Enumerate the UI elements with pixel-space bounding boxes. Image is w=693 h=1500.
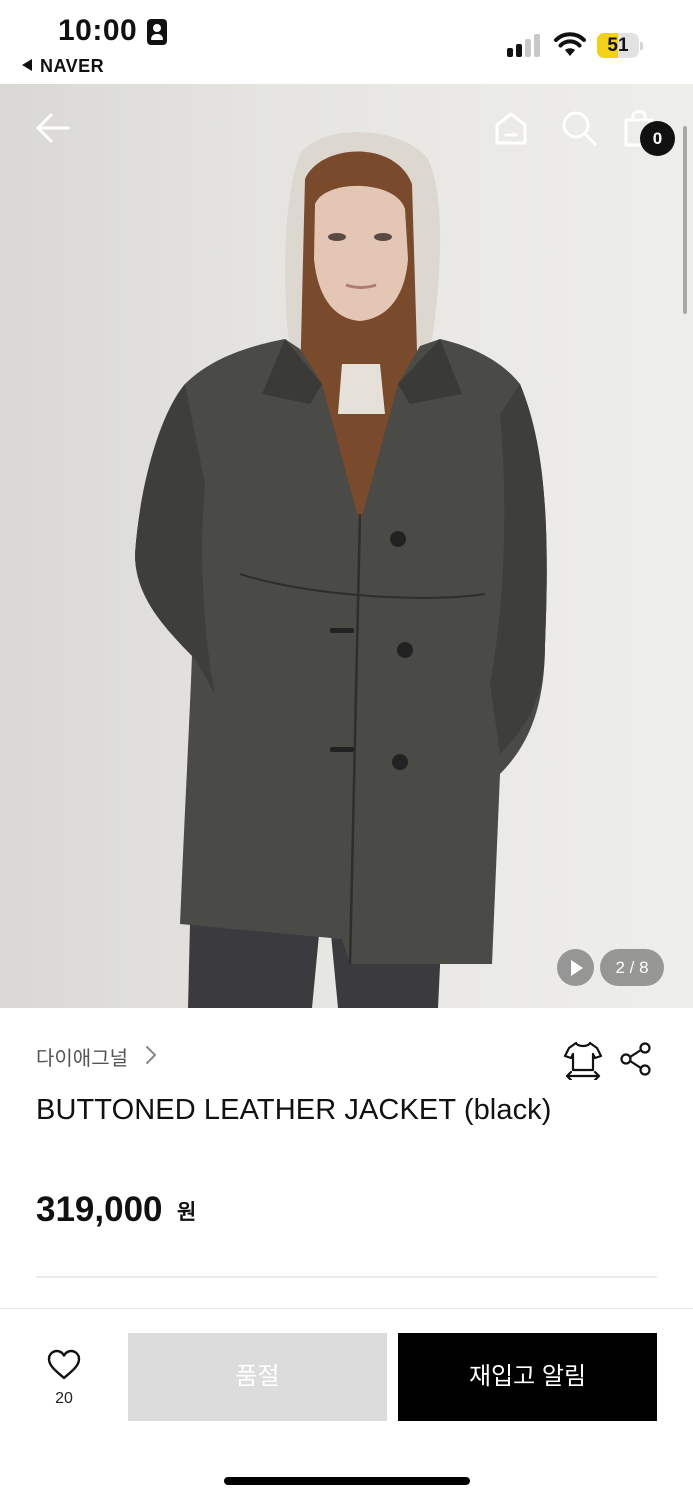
chevron-right-icon[interactable] bbox=[144, 1045, 158, 1065]
contact-card-icon bbox=[147, 19, 167, 45]
scroll-indicator bbox=[683, 126, 687, 314]
cart-count-badge[interactable]: 0 bbox=[640, 121, 675, 156]
product-image-gallery[interactable] bbox=[0, 84, 693, 1008]
divider bbox=[36, 1276, 657, 1278]
product-photo bbox=[135, 132, 547, 1008]
home-indicator[interactable] bbox=[224, 1477, 470, 1485]
back-triangle-icon bbox=[22, 59, 32, 71]
gallery-counter: 2 / 8 bbox=[600, 949, 664, 986]
battery-icon: 51 bbox=[597, 33, 643, 58]
search-icon[interactable] bbox=[560, 109, 598, 147]
heart-icon bbox=[47, 1349, 81, 1380]
battery-level: 51 bbox=[607, 35, 629, 56]
product-price: 319,000 bbox=[36, 1190, 163, 1229]
wifi-icon bbox=[554, 32, 586, 56]
bottom-bar-border bbox=[0, 1308, 693, 1309]
cellular-signal-icon bbox=[507, 33, 543, 57]
soldout-button[interactable]: 품절 bbox=[128, 1333, 387, 1421]
restock-alert-button[interactable]: 재입고 알림 bbox=[398, 1333, 657, 1421]
brand-link[interactable]: 다이애그널 bbox=[36, 1042, 128, 1071]
wishlist-button[interactable]: 20 bbox=[28, 1346, 100, 1416]
back-arrow-icon[interactable] bbox=[34, 112, 70, 144]
status-bar: 10:00 NAVER 51 bbox=[0, 0, 693, 84]
play-video-button[interactable] bbox=[557, 949, 594, 986]
price-currency: 원 bbox=[177, 1201, 197, 1224]
share-icon[interactable] bbox=[619, 1042, 653, 1076]
product-title: BUTTONED LEATHER JACKET (black) bbox=[36, 1094, 552, 1126]
size-guide-icon[interactable] bbox=[563, 1040, 603, 1080]
back-to-app-link[interactable]: NAVER bbox=[22, 56, 104, 77]
home-icon[interactable] bbox=[493, 110, 529, 146]
back-app-label: NAVER bbox=[40, 56, 105, 76]
like-count: 20 bbox=[55, 1390, 73, 1407]
status-time: 10:00 bbox=[58, 14, 138, 47]
